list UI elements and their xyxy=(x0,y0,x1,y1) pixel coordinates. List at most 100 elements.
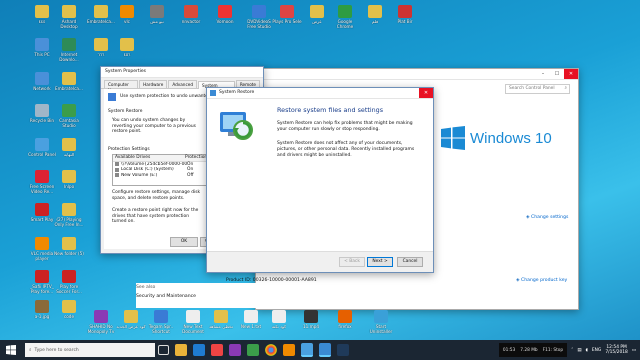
close-button[interactable]: ✕ xyxy=(564,69,578,79)
taskbar-search[interactable]: ⌕ Type here to search xyxy=(25,343,155,357)
desktop-icon[interactable]: Smart Play xyxy=(27,203,57,227)
desktop-icon[interactable]: Play fore Soccer For... xyxy=(54,270,84,294)
app-icon xyxy=(35,203,49,216)
task-view-icon[interactable] xyxy=(158,345,169,355)
store-icon[interactable] xyxy=(193,344,205,356)
desktop-icon[interactable]: نيو مش xyxy=(142,5,172,29)
desktop-icon[interactable]: النهاية xyxy=(54,138,84,162)
desktop-icon-label: New folder (5) xyxy=(54,251,84,256)
desktop-icon[interactable]: Plays Pro Sele xyxy=(272,5,302,29)
media-player-icon[interactable] xyxy=(211,344,223,356)
desktop-icon[interactable]: فلم xyxy=(360,5,390,29)
clock[interactable]: 12:54 PM 7/15/2018 xyxy=(605,345,628,356)
chevron-up-icon[interactable]: ˄ xyxy=(571,348,573,353)
recorder-time: 01:53 xyxy=(502,347,516,353)
language-indicator[interactable]: ENG xyxy=(592,348,601,353)
desktop-icon[interactable]: ٤٤٤ xyxy=(27,5,57,29)
vlc-icon[interactable] xyxy=(283,344,295,356)
app-icon xyxy=(35,38,49,51)
desktop-icon[interactable]: nnvactor xyxy=(176,5,206,29)
start-button[interactable] xyxy=(0,340,22,360)
control-panel-icon[interactable] xyxy=(301,343,313,357)
desktop-icon[interactable]: firefox xyxy=(330,310,360,334)
desktop-icon[interactable]: Vomoon xyxy=(210,5,240,29)
col-protection: Protection xyxy=(185,155,208,160)
file-icon xyxy=(186,310,200,323)
recorder-widget: 01:53 7.28 Mb F11: Stop xyxy=(498,343,568,357)
desktop-icon[interactable]: Tegam Spr.. Shortcut xyxy=(146,310,176,334)
recorder-size: 7.28 Mb xyxy=(520,347,538,353)
desktop-icon[interactable]: Inlpo xyxy=(54,170,84,194)
desktop-icon[interactable]: عرض xyxy=(302,5,332,29)
desktop-icon[interactable]: VLC media player xyxy=(27,237,57,261)
desktop-icon-label: تخطى مشاهد xyxy=(209,324,233,329)
desktop-icon[interactable]: DVDVideoS Free Studio xyxy=(244,5,274,29)
desktop-icon[interactable]: _Safii IPTV_ Play fore... xyxy=(27,270,57,294)
volume-icon[interactable]: ◖ xyxy=(586,348,588,353)
desktop-icon[interactable]: New Text Document xyxy=(178,310,208,334)
desktop-icon[interactable]: Camtasia Studio xyxy=(54,104,84,128)
change-product-key-link[interactable]: ◈ Change product key xyxy=(516,278,567,283)
close-button[interactable]: ✕ xyxy=(419,88,433,98)
desktop-icon[interactable]: Start Uninstaller xyxy=(366,310,396,334)
control-panel-search[interactable]: Search Control Panel ⌕ xyxy=(505,84,570,94)
network-icon[interactable]: ▤ xyxy=(577,348,581,353)
next-button[interactable]: Next > xyxy=(367,257,393,267)
desktop-icon[interactable]: Google Chrome xyxy=(330,5,360,29)
desktop-icon[interactable]: Plat Bir xyxy=(390,5,420,29)
desktop-icon[interactable]: code xyxy=(54,300,84,324)
desktop-icon[interactable]: Ashard Desktop xyxy=(54,5,84,29)
security-maintenance-link[interactable]: Security and Maintenance xyxy=(136,294,256,299)
search-input[interactable]: Search Control Panel xyxy=(509,86,555,91)
desktop-icon[interactable]: a-1.jpg xyxy=(27,300,57,324)
desktop-icon[interactable]: ٤٥٦ xyxy=(112,38,142,62)
system-restore-taskbar-icon[interactable] xyxy=(319,343,331,357)
app-icon xyxy=(62,72,76,85)
desktop-icon-label: النهاية xyxy=(63,152,75,157)
video-editor-icon[interactable] xyxy=(229,344,241,356)
desktop-icon[interactable]: كود عرض الجديد xyxy=(116,310,146,334)
recorder-stop[interactable]: F11: Stop xyxy=(543,348,564,353)
desktop-icon[interactable]: SHAHID No Monopoly Tv xyxy=(86,310,116,334)
restore-footer: < Back Next > Cancel xyxy=(207,251,433,272)
desktop-icon[interactable]: تخطى مشاهد xyxy=(206,310,236,334)
system-restore-small-icon xyxy=(210,90,216,96)
desktop-icon[interactable]: Free Screen Video Re... xyxy=(27,170,57,194)
drive-icon xyxy=(115,173,119,178)
desktop-icon-label: عرض xyxy=(312,19,322,24)
maximize-button[interactable]: ☐ xyxy=(550,69,564,79)
notifications-icon[interactable]: ▭ xyxy=(632,348,636,353)
ok-button[interactable]: OK xyxy=(170,237,198,247)
desktop-icon[interactable]: New folder (5) xyxy=(54,237,84,261)
desktop-icon[interactable]: vlc xyxy=(112,5,142,29)
desktop-icon[interactable]: Recycle Bin xyxy=(27,104,57,128)
cancel-button[interactable]: Cancel xyxy=(397,257,423,267)
back-button[interactable]: < Back xyxy=(339,257,365,267)
shield-icon: ◈ xyxy=(526,215,530,220)
table-row[interactable]: New Volume (E:) Off xyxy=(113,173,213,179)
app-icon[interactable] xyxy=(337,344,349,356)
drive-protection: Off xyxy=(187,172,194,178)
taskbar-search-input[interactable]: Type here to search xyxy=(35,348,79,353)
desktop-icon[interactable]: This PC xyxy=(27,38,57,62)
change-settings-link[interactable]: ◈ Change settings xyxy=(526,215,568,220)
camtasia-icon[interactable] xyxy=(247,344,259,356)
tab-advanced[interactable]: Advanced xyxy=(168,80,197,88)
desktop-icon[interactable]: كود نكتة xyxy=(264,310,294,334)
app-icon xyxy=(62,104,76,117)
shield-icon xyxy=(108,93,116,101)
desktop-icon-label: Google Chrome xyxy=(336,19,354,29)
chrome-icon[interactable] xyxy=(265,344,277,356)
desktop-icon[interactable]: Internet Downlo... xyxy=(54,38,84,62)
desktop-icon[interactable]: 11.mp4 xyxy=(296,310,326,334)
file-explorer-icon[interactable] xyxy=(175,344,187,356)
desktop-icon[interactable]: New 1.txt xyxy=(236,310,266,334)
desktop-icon[interactable]: (27) Playing Only Free In... xyxy=(54,203,84,227)
desktop-icon[interactable]: Network xyxy=(27,72,57,96)
tab-computer-name[interactable]: Computer Name xyxy=(104,80,139,93)
minimize-button[interactable]: – xyxy=(536,69,550,79)
desktop-icon[interactable]: Control Panel xyxy=(27,138,57,162)
restore-heading: Restore system files and settings xyxy=(277,106,384,114)
desktop-icon[interactable]: Embratelca... xyxy=(54,72,84,96)
tab-hardware[interactable]: Hardware xyxy=(139,80,168,88)
